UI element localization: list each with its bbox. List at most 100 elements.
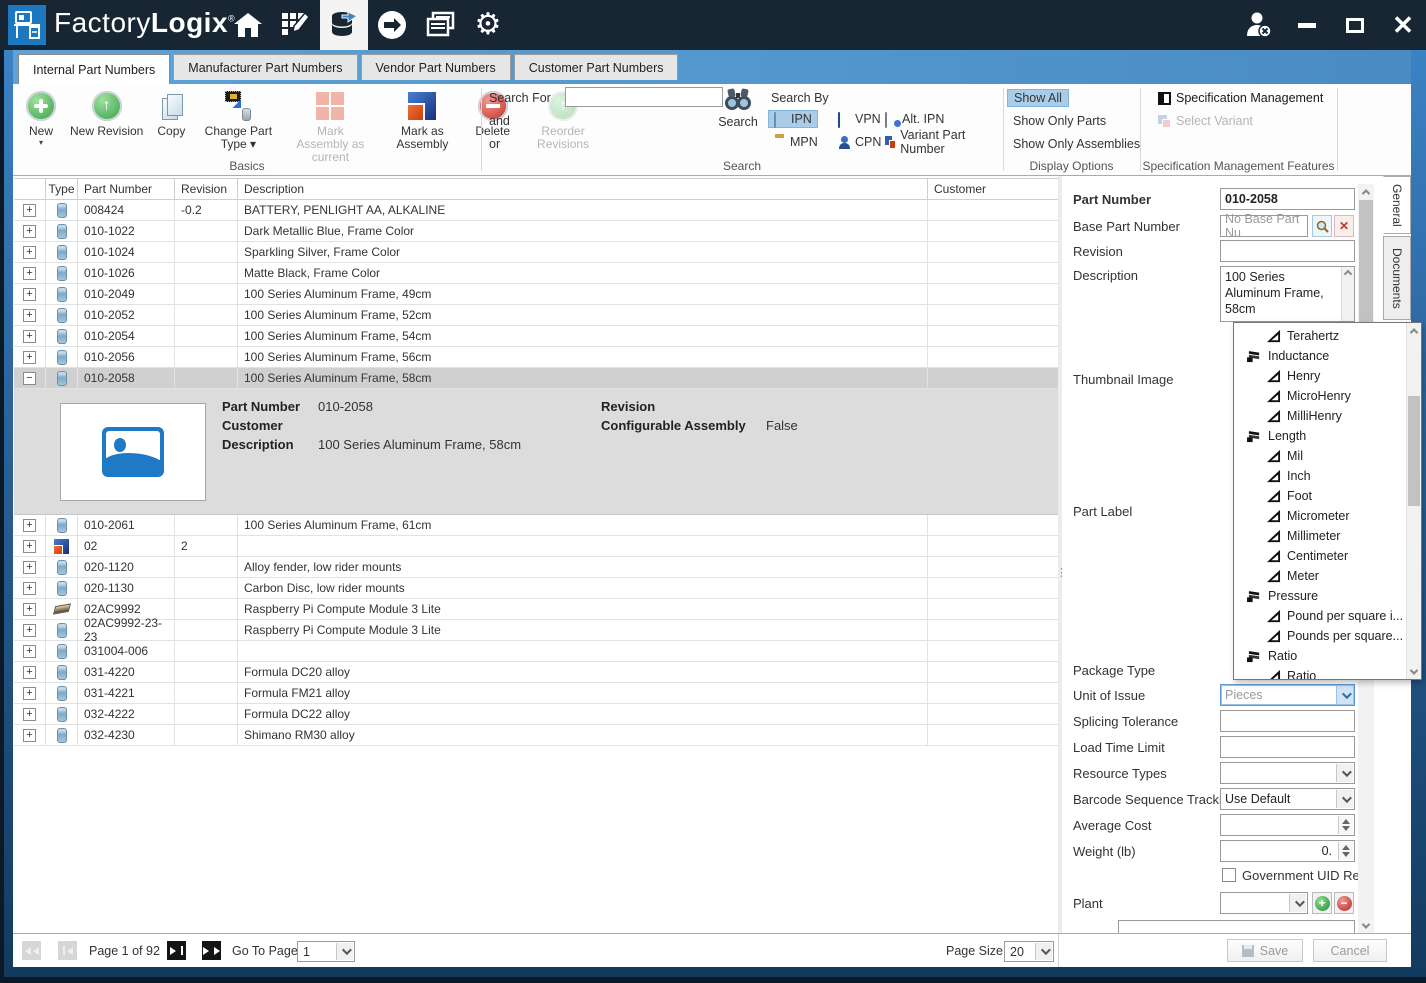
settings-gear-icon[interactable]: ⚙: [464, 0, 512, 50]
plant-add-button[interactable]: +: [1312, 892, 1332, 914]
page-size-combo[interactable]: 20: [1004, 941, 1054, 962]
mark-as-assembly-button[interactable]: Mark as Assembly: [376, 86, 468, 164]
table-row[interactable]: +008424-0.2BATTERY, PENLIGHT AA, ALKALIN…: [14, 200, 1058, 221]
dropdown-scrollbar[interactable]: [1406, 323, 1421, 679]
package-type-option[interactable]: Pound per square i...: [1234, 606, 1421, 626]
combo-arrow-icon[interactable]: [1289, 894, 1306, 912]
transfer-icon[interactable]: [368, 0, 416, 50]
table-row[interactable]: +031-4220Formula DC20 alloy: [14, 662, 1058, 683]
table-row[interactable]: +010-1026Matte Black, Frame Color: [14, 263, 1058, 284]
table-row[interactable]: +010-2052100 Series Aluminum Frame, 52cm: [14, 305, 1058, 326]
combo-arrow-icon[interactable]: [1336, 686, 1353, 704]
expand-row-icon[interactable]: +: [23, 603, 36, 616]
package-type-option[interactable]: Inductance: [1234, 346, 1421, 366]
combo-arrow-icon[interactable]: [1336, 790, 1353, 808]
unit-of-issue-combo[interactable]: Pieces: [1220, 684, 1355, 706]
table-row[interactable]: +010-2061100 Series Aluminum Frame, 61cm: [14, 515, 1058, 536]
panel-tab-documents[interactable]: Documents: [1383, 236, 1411, 320]
collapse-row-icon[interactable]: −: [23, 372, 36, 385]
search-by-cpn[interactable]: CPN: [833, 133, 886, 151]
package-type-option[interactable]: Length: [1234, 426, 1421, 446]
next-page-button[interactable]: [167, 941, 186, 960]
expand-row-icon[interactable]: +: [23, 519, 36, 532]
expand-row-icon[interactable]: +: [23, 687, 36, 700]
package-type-option[interactable]: Mil: [1234, 446, 1421, 466]
spinner-arrows-icon[interactable]: [1338, 842, 1353, 860]
col-header-revision[interactable]: Revision: [175, 179, 238, 199]
expand-row-icon[interactable]: +: [23, 729, 36, 742]
tab-internal-part-numbers[interactable]: Internal Part Numbers: [18, 54, 170, 84]
tab-customer-part-numbers[interactable]: Customer Part Numbers: [514, 54, 679, 80]
table-row[interactable]: +020-1130Carbon Disc, low rider mounts: [14, 578, 1058, 599]
search-by-alt-ipn[interactable]: Alt. IPN: [880, 110, 949, 128]
average-cost-spinner[interactable]: [1220, 814, 1355, 836]
package-type-option[interactable]: Ratio: [1234, 666, 1421, 680]
table-row[interactable]: +032-4230Shimano RM30 alloy: [14, 725, 1058, 746]
expand-row-icon[interactable]: +: [23, 267, 36, 280]
expand-row-icon[interactable]: +: [23, 645, 36, 658]
table-row[interactable]: +010-1024Sparkling Silver, Frame Color: [14, 242, 1058, 263]
scroll-down-icon[interactable]: [1358, 918, 1374, 933]
package-type-option[interactable]: Terahertz: [1234, 326, 1421, 346]
table-row[interactable]: +022: [14, 536, 1058, 557]
specification-management-button[interactable]: Specification Management: [1158, 89, 1323, 107]
package-type-option[interactable]: Inch: [1234, 466, 1421, 486]
expand-row-icon[interactable]: +: [23, 708, 36, 721]
scroll-up-icon[interactable]: [1358, 184, 1374, 199]
expand-row-icon[interactable]: +: [23, 582, 36, 595]
go-to-page-combo[interactable]: 1: [297, 941, 355, 962]
search-by-variant-part-number[interactable]: Variant Part Number: [880, 133, 1003, 151]
expand-row-icon[interactable]: +: [23, 225, 36, 238]
package-type-option[interactable]: Meter: [1234, 566, 1421, 586]
new-revision-button[interactable]: ↑ New Revision: [63, 86, 150, 164]
copy-button[interactable]: Copy: [150, 86, 192, 164]
base-part-clear-button[interactable]: ✕: [1334, 215, 1354, 237]
change-part-type-button[interactable]: Change Part Type ▾: [192, 86, 284, 164]
table-row[interactable]: −010-2058100 Series Aluminum Frame, 58cm: [14, 368, 1058, 389]
base-part-lookup-button[interactable]: [1312, 215, 1332, 237]
user-logout-icon[interactable]: [1242, 8, 1276, 42]
table-row[interactable]: +010-2049100 Series Aluminum Frame, 49cm: [14, 284, 1058, 305]
load-time-limit-input[interactable]: [1220, 736, 1355, 758]
col-header-type[interactable]: Type: [46, 179, 78, 199]
search-by-mpn[interactable]: MPN: [768, 133, 823, 151]
col-header-description[interactable]: Description: [238, 179, 928, 199]
combo-arrow-icon[interactable]: [1336, 764, 1353, 782]
table-row[interactable]: +031004-006: [14, 641, 1058, 662]
resource-types-combo[interactable]: [1220, 762, 1355, 784]
combo-arrow-icon[interactable]: [1035, 943, 1052, 960]
package-type-option[interactable]: Ratio: [1234, 646, 1421, 666]
minimize-icon[interactable]: [1290, 8, 1324, 42]
part-thumbnail[interactable]: [60, 403, 206, 501]
barcode-sequence-tracking-combo[interactable]: Use Default: [1220, 788, 1355, 810]
expand-row-icon[interactable]: +: [23, 330, 36, 343]
table-row[interactable]: +010-2056100 Series Aluminum Frame, 56cm: [14, 347, 1058, 368]
splicing-tolerance-input[interactable]: [1220, 710, 1355, 732]
show-only-parts-option[interactable]: Show Only Parts: [1007, 112, 1112, 130]
expand-row-icon[interactable]: +: [23, 351, 36, 364]
package-type-option[interactable]: Pressure: [1234, 586, 1421, 606]
search-button[interactable]: Search: [718, 86, 758, 134]
description-textarea[interactable]: 100 Series Aluminum Frame, 58cm: [1220, 266, 1355, 322]
search-by-ipn[interactable]: IPN: [768, 110, 818, 128]
tab-manufacturer-part-numbers[interactable]: Manufacturer Part Numbers: [173, 54, 357, 80]
expand-row-icon[interactable]: +: [23, 288, 36, 301]
weight-spinner[interactable]: 0.: [1220, 840, 1355, 862]
scroll-down-icon[interactable]: [1407, 664, 1421, 679]
expand-row-icon[interactable]: +: [23, 204, 36, 217]
expand-row-icon[interactable]: +: [23, 309, 36, 322]
expand-row-icon[interactable]: +: [23, 540, 36, 553]
package-type-option[interactable]: MicroHenry: [1234, 386, 1421, 406]
base-part-number-input[interactable]: No Base Part Nu: [1220, 215, 1308, 237]
close-icon[interactable]: ✕: [1386, 8, 1420, 42]
show-all-option[interactable]: Show All: [1007, 89, 1069, 107]
table-row[interactable]: +020-1120Alloy fender, low rider mounts: [14, 557, 1058, 578]
col-header-part-number[interactable]: Part Number: [78, 179, 175, 199]
search-by-vpn[interactable]: VPN: [833, 110, 886, 128]
package-type-option[interactable]: MilliHenry: [1234, 406, 1421, 426]
spinner-arrows-icon[interactable]: [1338, 816, 1353, 834]
package-type-option[interactable]: Pounds per square...: [1234, 626, 1421, 646]
plant-combo[interactable]: [1220, 892, 1308, 914]
scrollbar-thumb[interactable]: [1408, 396, 1420, 506]
tab-vendor-part-numbers[interactable]: Vendor Part Numbers: [361, 54, 511, 80]
